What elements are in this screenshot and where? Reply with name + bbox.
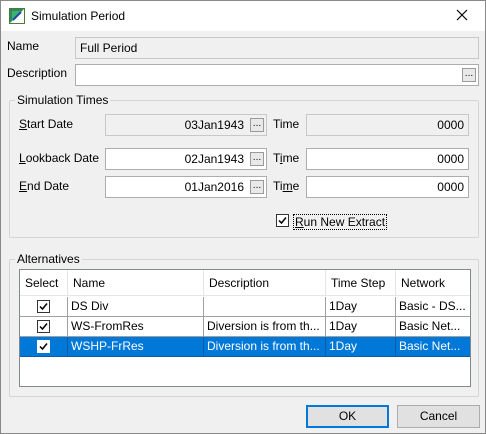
column-header-time-step[interactable]: Time Step bbox=[326, 270, 396, 296]
window-title: Simulation Period bbox=[31, 9, 126, 23]
select-cell[interactable] bbox=[20, 337, 68, 357]
name-field: Full Period bbox=[75, 37, 479, 59]
description-cell: Diversion is from th... bbox=[204, 337, 326, 357]
lookback-date-label: Lookback Date bbox=[19, 151, 100, 165]
close-button[interactable] bbox=[439, 1, 485, 31]
column-header-description[interactable]: Description bbox=[204, 270, 326, 296]
name-cell: DS Div bbox=[68, 297, 204, 317]
lookback-date-input[interactable]: 02Jan1943 bbox=[105, 148, 267, 170]
description-input[interactable] bbox=[75, 64, 479, 86]
row-select-checkbox[interactable] bbox=[37, 340, 50, 353]
lookback-time-label: Time bbox=[273, 151, 300, 165]
name-cell: WSHP-FrRes bbox=[68, 337, 204, 357]
end-date-picker-button[interactable]: ... bbox=[250, 180, 264, 194]
run-new-extract-checkbox[interactable] bbox=[276, 214, 289, 227]
simulation-period-dialog: Simulation Period Name Full Period Descr… bbox=[0, 0, 486, 434]
table-row[interactable]: DS Div 1Day Basic - DS... bbox=[20, 297, 470, 317]
table-row-selected[interactable]: WSHP-FrRes Diversion is from th... 1Day … bbox=[20, 337, 470, 357]
network-cell: Basic - DS... bbox=[396, 297, 470, 317]
time-step-cell: 1Day bbox=[326, 337, 396, 357]
end-time-label: Time bbox=[273, 179, 300, 193]
end-date-input[interactable]: 01Jan2016 bbox=[105, 176, 267, 198]
title-bar[interactable]: Simulation Period bbox=[1, 1, 485, 31]
time-step-cell: 1Day bbox=[326, 297, 396, 317]
time-step-cell: 1Day bbox=[326, 317, 396, 337]
description-cell bbox=[204, 297, 326, 317]
name-label: Name bbox=[7, 39, 40, 53]
network-cell: Basic Net... bbox=[396, 317, 470, 337]
simulation-app-icon bbox=[9, 8, 25, 24]
alternatives-title: Alternatives bbox=[15, 252, 82, 266]
ok-button[interactable]: OK bbox=[306, 405, 389, 428]
row-select-checkbox[interactable] bbox=[37, 320, 50, 333]
column-header-select[interactable]: Select bbox=[20, 270, 68, 296]
lookback-date-picker-button[interactable]: ... bbox=[250, 152, 264, 166]
name-cell: WS-FromRes bbox=[68, 317, 204, 337]
select-cell[interactable] bbox=[20, 297, 68, 317]
start-date-label: Start Date bbox=[19, 117, 74, 131]
simulation-times-title: Simulation Times bbox=[15, 93, 111, 107]
start-date-picker-button[interactable]: ... bbox=[250, 118, 264, 132]
column-header-network[interactable]: Network bbox=[396, 270, 470, 296]
checkmark-icon bbox=[39, 323, 48, 331]
end-date-label: End Date bbox=[19, 179, 70, 193]
start-time-field: 0000 bbox=[306, 114, 469, 136]
start-date-field: 03Jan1943 bbox=[105, 114, 267, 136]
column-header-name[interactable]: Name bbox=[68, 270, 204, 296]
description-label: Description bbox=[7, 66, 68, 80]
row-select-checkbox[interactable] bbox=[37, 300, 50, 313]
checkmark-icon bbox=[278, 217, 287, 225]
close-icon bbox=[456, 9, 468, 24]
alternatives-table: Select Name Description Time Step Networ… bbox=[19, 269, 471, 387]
table-row[interactable]: WS-FromRes Diversion is from th... 1Day … bbox=[20, 317, 470, 337]
end-time-input[interactable]: 0000 bbox=[306, 176, 469, 198]
lookback-time-input[interactable]: 0000 bbox=[306, 148, 469, 170]
cancel-button[interactable]: Cancel bbox=[397, 405, 480, 428]
checkmark-icon bbox=[39, 303, 48, 311]
run-new-extract-label[interactable]: Run New Extract bbox=[293, 214, 388, 230]
network-cell: Basic Net... bbox=[396, 337, 470, 357]
checkmark-icon bbox=[39, 343, 48, 351]
description-cell: Diversion is from th... bbox=[204, 317, 326, 337]
select-cell[interactable] bbox=[20, 317, 68, 337]
start-time-label: Time bbox=[273, 117, 300, 131]
description-browse-button[interactable]: ... bbox=[462, 68, 476, 82]
